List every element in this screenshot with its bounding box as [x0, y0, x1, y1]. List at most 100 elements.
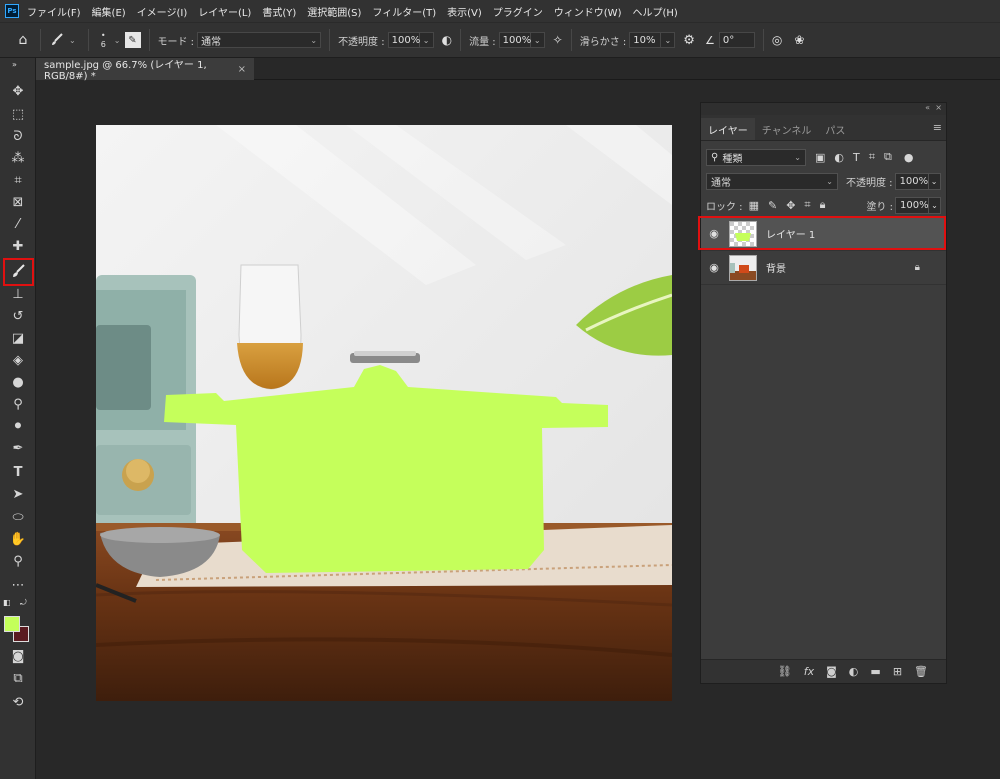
lock-position-icon[interactable]: ✥ [786, 199, 795, 212]
collapse-panel-icon[interactable]: « [925, 103, 930, 112]
crop-tool-icon[interactable]: ⌗ [6, 170, 30, 190]
paint-bucket-tool-icon[interactable]: ◈ [6, 350, 30, 370]
opacity-label: 不透明度 : [338, 36, 385, 48]
tab-channels[interactable]: チャンネル [755, 118, 819, 140]
clone-stamp-tool-icon[interactable]: ⊥ [6, 284, 30, 304]
panel-menu-icon[interactable]: ≡ [933, 121, 942, 134]
chevron-down-icon[interactable]: ⌄ [929, 196, 941, 214]
ps-logo[interactable]: Ps [5, 4, 19, 18]
add-mask-icon[interactable]: ◙ [826, 665, 837, 678]
menu-plugins[interactable]: プラグイン [493, 4, 543, 19]
smoothing-input[interactable]: 10% [629, 32, 662, 48]
menu-edit[interactable]: 編集(E) [92, 4, 126, 19]
trash-icon[interactable]: 🗑︎ [914, 665, 928, 678]
divider [329, 29, 331, 51]
fx-icon[interactable]: fx [804, 665, 814, 678]
document-tab[interactable]: sample.jpg @ 66.7% (レイヤー 1, RGB/8#) * × [36, 58, 254, 82]
filter-adjustment-icon[interactable]: ◐ [834, 151, 844, 164]
quick-mask-icon[interactable]: ◙ [6, 646, 30, 666]
close-icon[interactable]: × [935, 103, 942, 112]
type-tool-icon[interactable]: T [6, 462, 30, 482]
filter-pixel-icon[interactable]: ▣ [815, 151, 825, 164]
menu-file[interactable]: ファイル(F) [27, 4, 81, 19]
brush-settings-panel-icon[interactable]: ✎ [124, 32, 141, 48]
chevron-down-icon[interactable]: ⌄ [114, 36, 121, 45]
lasso-tool-icon[interactable]: ᘐ [6, 126, 30, 146]
dodge-tool-icon[interactable]: ⚲ [6, 394, 30, 414]
menu-window[interactable]: ウィンドウ(W) [554, 4, 622, 19]
lock-pixels-icon[interactable]: ✎ [768, 199, 777, 212]
filter-smart-object-icon[interactable]: ⧉ [884, 150, 892, 164]
symmetry-icon[interactable]: ❀ [794, 33, 804, 47]
tab-paths[interactable]: パス [818, 118, 852, 140]
chevron-down-icon[interactable]: ⌄ [419, 32, 434, 48]
brush-size-picker[interactable]: • 6 [101, 31, 106, 49]
fill-input[interactable]: 100% [895, 196, 929, 214]
eyedropper-tool-icon[interactable]: ⁄ [6, 214, 30, 234]
pressure-size-icon[interactable]: ◎ [772, 33, 782, 47]
chevron-down-icon[interactable]: ⌄ [661, 32, 676, 48]
history-brush-tool-icon[interactable]: ↺ [6, 306, 30, 326]
ellipse-tool-icon[interactable]: ⬭ [6, 507, 30, 527]
frame-tool-icon[interactable]: ⊠ [6, 192, 30, 212]
search-icon: ⚲ [711, 151, 719, 163]
healing-brush-tool-icon[interactable]: ✚ [6, 236, 30, 256]
home-icon[interactable]: ⌂ [14, 32, 32, 48]
marquee-tool-icon[interactable]: ⬚ [6, 104, 30, 124]
menu-image[interactable]: イメージ(I) [137, 4, 188, 19]
lock-transparency-icon[interactable]: ▦ [749, 199, 759, 212]
layer-opacity-input[interactable]: 100% [894, 172, 929, 190]
tab-layers[interactable]: レイヤー [701, 118, 755, 140]
screen-mode-icon[interactable]: ⧉ [6, 668, 30, 688]
close-icon[interactable]: × [238, 64, 246, 75]
hand-tool-icon[interactable]: ✋ [6, 529, 30, 549]
airbrush-icon[interactable]: ✧ [553, 33, 563, 47]
zoom-tool-icon[interactable]: ⚲ [6, 551, 30, 571]
menu-layer[interactable]: レイヤー(L) [198, 4, 251, 19]
menu-select[interactable]: 選択範囲(S) [307, 4, 361, 19]
blur-tool-icon[interactable]: ● [6, 372, 30, 392]
mode-select[interactable]: 通常 ⌄ [197, 32, 322, 48]
more-tools-icon[interactable]: ⋯ [6, 575, 30, 595]
sponge-tool-icon[interactable]: ⚫ [6, 416, 30, 436]
menu-help[interactable]: ヘルプ(H) [632, 4, 677, 19]
path-selection-tool-icon[interactable]: ➤ [6, 484, 30, 504]
collapse-toolbar-icon[interactable]: » [12, 60, 17, 69]
filter-shape-icon[interactable]: ⌗ [869, 150, 875, 164]
layer-row-layer1[interactable]: ◉ レイヤー 1 [698, 216, 946, 251]
move-tool-icon[interactable]: ✥ [6, 81, 30, 101]
menu-filter[interactable]: フィルター(T) [372, 4, 436, 19]
brush-preset-icon[interactable] [49, 32, 65, 48]
share-icon[interactable]: ⟲ [6, 692, 30, 712]
divider [460, 29, 462, 51]
chevron-down-icon[interactable]: ⌄ [69, 36, 76, 45]
eraser-tool-icon[interactable]: ◪ [6, 328, 30, 348]
layer-row-background[interactable]: ◉ 背景 🔒︎ [701, 251, 946, 285]
blend-mode-select[interactable]: 通常 ⌄ [706, 172, 838, 190]
menu-view[interactable]: 表示(V) [447, 4, 482, 19]
pressure-opacity-icon[interactable]: ◐ [442, 33, 452, 47]
flow-input[interactable]: 100% [498, 32, 531, 48]
new-group-icon[interactable]: ▬ [870, 665, 880, 678]
default-colors-icon[interactable]: ◧ [3, 598, 11, 607]
gear-icon[interactable]: ⚙ [683, 33, 695, 48]
opacity-input[interactable]: 100% [387, 32, 420, 48]
swap-colors-icon[interactable]: ⤾ [20, 598, 27, 608]
new-layer-icon[interactable]: ⊞ [893, 665, 902, 678]
filter-toggle-icon[interactable]: ● [904, 151, 914, 164]
foreground-color-swatch[interactable] [4, 616, 20, 632]
layer-filter-select[interactable]: ⚲ 種類 ⌄ [706, 148, 806, 166]
angle-input[interactable]: 0° [718, 32, 755, 48]
pen-tool-icon[interactable]: ✒ [6, 438, 30, 458]
lock-all-icon[interactable]: 🔒︎ [820, 198, 826, 212]
eye-icon[interactable]: ◉ [701, 261, 727, 274]
lock-artboard-icon[interactable]: ⌗ [804, 198, 810, 212]
link-layers-icon[interactable]: ⛓ [778, 665, 792, 678]
filter-type-icon[interactable]: T [853, 151, 860, 164]
magic-wand-tool-icon[interactable]: ⁂ [6, 148, 30, 168]
chevron-down-icon[interactable]: ⌄ [530, 32, 545, 48]
document-canvas[interactable] [96, 125, 672, 701]
adjustment-layer-icon[interactable]: ◐ [849, 665, 859, 678]
chevron-down-icon[interactable]: ⌄ [928, 172, 941, 190]
menu-type[interactable]: 書式(Y) [262, 4, 296, 19]
